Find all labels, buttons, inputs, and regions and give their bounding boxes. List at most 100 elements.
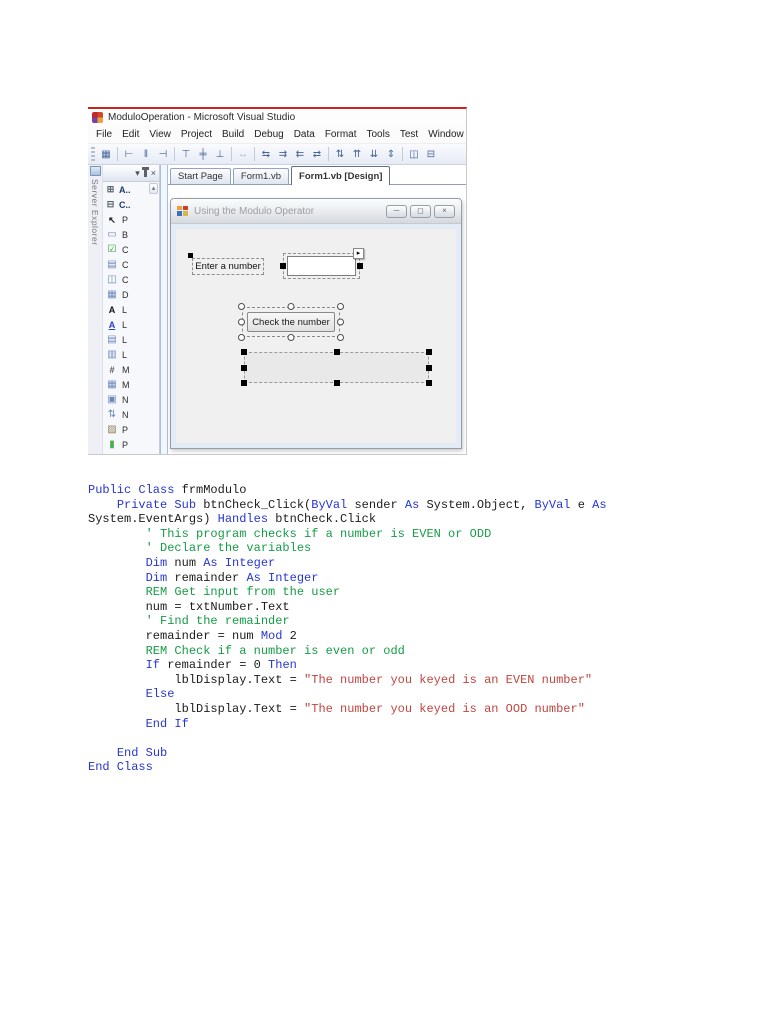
menu-window[interactable]: Window	[428, 129, 464, 140]
toolbox-scroll-up-icon[interactable]: ▴	[149, 183, 158, 194]
toolbox-item-label: C	[122, 245, 129, 255]
ide-screenshot: ModuloOperation - Microsoft Visual Studi…	[88, 107, 467, 455]
align-rights-icon[interactable]: ⊣	[155, 146, 171, 162]
toolbox-item-label[interactable]: AL	[103, 302, 159, 317]
toolbox-item-label: B	[122, 230, 128, 240]
selection-handle-tr[interactable]	[337, 303, 344, 310]
menu-test[interactable]: Test	[400, 129, 418, 140]
toolbox-item-checkbox[interactable]: ☑C	[103, 242, 159, 257]
selection-handle-tr[interactable]	[426, 349, 432, 355]
design-label-display[interactable]	[244, 352, 429, 383]
selection-handle-br[interactable]	[426, 380, 432, 386]
selection-handle-ml[interactable]	[280, 263, 286, 269]
center-vertically-icon[interactable]: ⊟	[423, 146, 439, 162]
toolbar-separator	[402, 147, 403, 161]
tab-form1-vb[interactable]: Form1.vb	[233, 168, 289, 184]
toolbox-item-checkedlistbox[interactable]: ▤C	[103, 257, 159, 272]
menu-view[interactable]: View	[149, 129, 171, 140]
selection-handle-bl[interactable]	[241, 380, 247, 386]
menu-tools[interactable]: Tools	[367, 129, 390, 140]
design-canvas[interactable]: Using the Modulo Operator ─◻× Enter a nu…	[168, 185, 466, 455]
close-icon[interactable]: ×	[151, 168, 156, 178]
tab-form1-vb-design[interactable]: Form1.vb [Design]	[291, 166, 390, 185]
toolbox-item-monthcalendar[interactable]: ▦M	[103, 377, 159, 392]
selection-handle-tm[interactable]	[288, 303, 295, 310]
selection-handle-tl[interactable]	[241, 349, 247, 355]
selection-handle-ml[interactable]	[241, 365, 247, 371]
make-horizontal-spacing-equal-icon[interactable]: ⇆	[258, 146, 274, 162]
design-button-check[interactable]: Check the number	[247, 312, 335, 332]
increase-horizontal-spacing-icon[interactable]: ⇉	[275, 146, 291, 162]
toolbar-grip[interactable]	[91, 147, 95, 161]
toolbox-item-listview[interactable]: ▥L	[103, 347, 159, 362]
menu-file[interactable]: File	[96, 129, 112, 140]
align-lefts-icon[interactable]: ⊢	[121, 146, 137, 162]
document-tab-strip: Start PageForm1.vbForm1.vb [Design]	[168, 165, 466, 185]
toolbox-item-combobox[interactable]: ◫C	[103, 272, 159, 287]
toolbox-item-numericupdown[interactable]: ⇅N	[103, 407, 159, 422]
align-middles-icon[interactable]: ╪	[195, 146, 211, 162]
form-body[interactable]: Enter a number ▸ Check the number	[171, 224, 461, 448]
ide-main-area: Server Explorer ▾ × ⊞A..⊟C..↖P▭B☑C▤C◫C▦D…	[88, 165, 466, 455]
server-explorer-tab[interactable]: Server Explorer	[88, 165, 103, 455]
title-bar: ModuloOperation - Microsoft Visual Studi…	[88, 109, 466, 126]
menu-edit[interactable]: Edit	[122, 129, 139, 140]
menu-data[interactable]: Data	[294, 129, 315, 140]
selection-handle-ml[interactable]	[238, 319, 245, 326]
label-icon: A	[106, 304, 118, 316]
toolbox-group-c[interactable]: ⊟C..	[103, 197, 159, 212]
align-bottoms-icon[interactable]: ⊥	[212, 146, 228, 162]
minimize-button[interactable]: ─	[386, 205, 407, 218]
window-position-icon[interactable]: ▾	[135, 168, 140, 179]
menu-build[interactable]: Build	[222, 129, 244, 140]
menu-debug[interactable]: Debug	[254, 129, 283, 140]
align-tops-icon[interactable]: ⊤	[178, 146, 194, 162]
panel-splitter[interactable]	[160, 165, 168, 455]
decrease-horizontal-spacing-icon[interactable]: ⇇	[292, 146, 308, 162]
make-vertical-spacing-equal-icon[interactable]: ⇅	[332, 146, 348, 162]
align-centers-icon[interactable]: ‖	[138, 146, 154, 162]
make-same-width-icon[interactable]: ↔	[235, 146, 251, 162]
toolbox-item-listbox[interactable]: ▤L	[103, 332, 159, 347]
selection-handle-mr[interactable]	[337, 319, 344, 326]
form-title-bar[interactable]: Using the Modulo Operator ─◻×	[171, 199, 461, 224]
selection-handle-tl[interactable]	[238, 303, 245, 310]
toolbox-item-picturebox[interactable]: ▨P	[103, 422, 159, 437]
pin-icon[interactable]	[144, 170, 147, 177]
toolbox-item-linklabel[interactable]: AL	[103, 317, 159, 332]
decrease-vertical-spacing-icon[interactable]: ⇊	[366, 146, 382, 162]
selection-handle-bm[interactable]	[334, 380, 340, 386]
toolbar-separator	[174, 147, 175, 161]
menu-project[interactable]: Project	[181, 129, 212, 140]
remove-vertical-spacing-icon[interactable]: ⇕	[383, 146, 399, 162]
snap-to-grid-icon[interactable]: ▦	[98, 146, 114, 162]
menu-format[interactable]: Format	[325, 129, 357, 140]
toolbox-item-datetimepicker[interactable]: ▦D	[103, 287, 159, 302]
selection-handle-tm[interactable]	[334, 349, 340, 355]
close-button[interactable]: ×	[434, 205, 455, 218]
toolbox-item-label: C..	[119, 200, 131, 210]
code-line: lblDisplay.Text = "The number you keyed …	[88, 673, 708, 688]
selection-handle-mr[interactable]	[357, 263, 363, 269]
toolbox-item-pointer[interactable]: ↖P	[103, 212, 159, 227]
toolbox-item-button[interactable]: ▭B	[103, 227, 159, 242]
selection-handle-mr[interactable]	[426, 365, 432, 371]
form-window[interactable]: Using the Modulo Operator ─◻× Enter a nu…	[170, 198, 462, 449]
listbox-icon: ▤	[106, 334, 118, 346]
design-textbox[interactable]	[287, 256, 356, 276]
center-horizontally-icon[interactable]: ◫	[406, 146, 422, 162]
selection-handle-br[interactable]	[337, 334, 344, 341]
selection-handle-bl[interactable]	[238, 334, 245, 341]
toolbox-item-maskedtextbox[interactable]: #M	[103, 362, 159, 377]
remove-horizontal-spacing-icon[interactable]: ⇄	[309, 146, 325, 162]
design-label-enter-number[interactable]: Enter a number	[192, 258, 264, 275]
increase-vertical-spacing-icon[interactable]: ⇈	[349, 146, 365, 162]
selection-handle-bm[interactable]	[288, 334, 295, 341]
maximize-button[interactable]: ◻	[410, 205, 431, 218]
toolbox-item-label: D	[122, 290, 129, 300]
toolbox-item-notifyicon[interactable]: ▣N	[103, 392, 159, 407]
toolbox-item-radiobutton[interactable]: ◉	[103, 452, 159, 455]
smart-tag-button[interactable]: ▸	[353, 248, 364, 259]
tab-start-page[interactable]: Start Page	[170, 168, 231, 184]
toolbox-item-progressbar[interactable]: ▮P	[103, 437, 159, 452]
